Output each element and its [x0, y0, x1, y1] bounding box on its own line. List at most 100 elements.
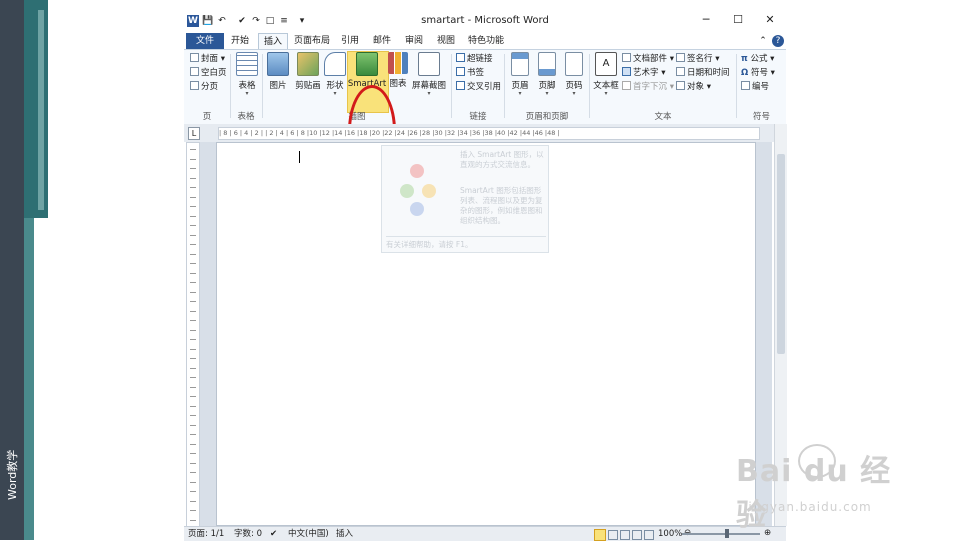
baidu-watermark: Bai du 经验 jingyan.baidu.com: [736, 440, 916, 533]
maximize-button[interactable]: ☐: [728, 13, 748, 26]
tab-mailings[interactable]: 邮件: [370, 33, 394, 49]
tab-home[interactable]: 开始: [228, 33, 252, 49]
signature-icon: [676, 53, 685, 62]
blank-page-button[interactable]: 空白页: [190, 67, 227, 80]
outline-icon[interactable]: [632, 530, 642, 540]
number-button[interactable]: 编号: [741, 81, 769, 94]
drop-cap-icon: [622, 81, 631, 90]
table-icon: [236, 52, 258, 76]
draft-icon[interactable]: [644, 530, 654, 540]
tab-stop-selector[interactable]: L: [188, 127, 200, 140]
document-page[interactable]: 插入 SmartArt 图形，以直观的方式交流信息。 SmartArt 图形包括…: [216, 142, 756, 526]
object-button[interactable]: 对象 ▾: [676, 81, 711, 94]
scrollbar-thumb[interactable]: [777, 154, 785, 354]
bookmark-icon: [456, 67, 465, 76]
page-break-button[interactable]: 分页: [190, 81, 218, 94]
status-bar: 页面: 1/1 字数: 0 ✔ 中文(中国) 插入 100% ⊖ ⊕: [184, 526, 786, 541]
group-label-tables: 表格: [237, 112, 255, 122]
text-cursor: [299, 151, 300, 163]
group-symbols: π 公式 ▾ Ω 符号 ▾ 编号 符号: [737, 50, 786, 124]
pi-icon: π: [741, 54, 748, 64]
group-pages: 封面 ▾ 空白页 分页 页: [184, 50, 230, 124]
page-number-button[interactable]: 页码 ▾: [561, 52, 587, 97]
title-bar: W 💾 ↶ ✔ ↷ □ ≡ ▾ smartart - Microsoft Wor…: [184, 10, 786, 34]
wordart-button[interactable]: 艺术字 ▾: [622, 67, 665, 80]
textbox-icon: A: [595, 52, 617, 76]
close-button[interactable]: ✕: [760, 13, 780, 26]
quick-parts-button[interactable]: 文档部件 ▾: [622, 53, 674, 66]
clipart-button[interactable]: 剪贴画: [293, 52, 323, 91]
bookmark-button[interactable]: 书签: [456, 67, 484, 80]
group-label-pages: 页: [202, 112, 212, 122]
minimize-button[interactable]: ─: [696, 13, 716, 26]
smartart-button[interactable]: SmartArt: [347, 52, 387, 89]
print-layout-icon[interactable]: [594, 529, 606, 541]
zoom-level[interactable]: 100%: [658, 527, 682, 541]
side-stripe: [24, 0, 48, 218]
tab-view[interactable]: 视图: [434, 33, 458, 49]
screenshot-button[interactable]: 屏幕截图 ▾: [411, 52, 447, 97]
tab-review[interactable]: 审阅: [402, 33, 426, 49]
side-accent: [38, 10, 44, 210]
date-time-button[interactable]: 日期和时间: [676, 67, 730, 80]
equation-button[interactable]: π 公式 ▾: [741, 53, 774, 66]
page-count[interactable]: 页面: 1/1: [188, 527, 224, 541]
object-icon: [676, 81, 685, 90]
hyperlink-button[interactable]: 超链接: [456, 53, 493, 66]
picture-button[interactable]: 图片: [265, 52, 291, 91]
footer-button[interactable]: 页脚 ▾: [534, 52, 560, 97]
group-label-text: 文本: [654, 112, 672, 122]
tooltip-help: 有关详细帮助，请按 F1。: [386, 236, 546, 250]
minimize-ribbon-icon[interactable]: ⌃: [758, 33, 768, 49]
chart-icon: [388, 52, 408, 74]
word-window: W 💾 ↶ ✔ ↷ □ ≡ ▾ smartart - Microsoft Wor…: [184, 10, 787, 541]
tooltip-description: 插入 SmartArt 图形，以直观的方式交流信息。: [460, 150, 544, 169]
tab-addins[interactable]: 特色功能: [466, 33, 506, 49]
web-layout-icon[interactable]: [620, 530, 630, 540]
signature-line-button[interactable]: 签名行 ▾: [676, 53, 719, 66]
word-count[interactable]: 字数: 0: [234, 527, 262, 541]
quick-parts-icon: [622, 53, 631, 62]
group-label-header-footer: 页眉和页脚: [525, 112, 569, 122]
group-links: 超链接 书签 交叉引用 链接: [452, 50, 504, 124]
smartart-tooltip: 插入 SmartArt 图形，以直观的方式交流信息。 SmartArt 图形包括…: [381, 145, 549, 253]
group-tables: 表格 ▾ 表格: [231, 50, 261, 124]
proofing-icon[interactable]: ✔: [270, 527, 277, 541]
chart-button[interactable]: 图表: [387, 52, 409, 89]
footer-icon: [538, 52, 556, 76]
symbol-button[interactable]: Ω 符号 ▾: [741, 67, 775, 80]
screenshot-icon: [418, 52, 440, 76]
wordart-icon: [622, 67, 631, 76]
cover-page-button[interactable]: 封面 ▾: [190, 53, 225, 66]
header-button[interactable]: 页眉 ▾: [507, 52, 533, 97]
ribbon-tabs: 文件 开始 插入 页面布局 引用 邮件 审阅 视图 特色功能 ⌃ ?: [184, 33, 786, 49]
picture-icon: [267, 52, 289, 76]
drop-cap-button[interactable]: 首字下沉 ▾: [622, 81, 674, 94]
language[interactable]: 中文(中国): [288, 527, 329, 541]
clipart-icon: [297, 52, 319, 76]
shapes-button[interactable]: 形状 ▾: [323, 52, 347, 97]
horizontal-ruler[interactable]: | 8 | 6 | 4 | 2 | | 2 | 4 | 6 | 8 |10 |1…: [218, 127, 760, 140]
hyperlink-icon: [456, 53, 465, 62]
fullscreen-reading-icon[interactable]: [608, 530, 618, 540]
tab-page-layout[interactable]: 页面布局: [292, 33, 332, 49]
group-text: A 文本框 ▾ 文档部件 ▾ 艺术字 ▾ 首字下沉 ▾ 签名行 ▾ 日期和时间 对…: [590, 50, 736, 124]
insert-mode[interactable]: 插入: [336, 527, 353, 541]
zoom-slider-thumb[interactable]: [725, 529, 730, 538]
tooltip-detail: SmartArt 图形包括图形列表、流程图以及更为复杂的图形，例如维恩图和组织结…: [460, 186, 543, 225]
help-icon[interactable]: ?: [772, 35, 784, 47]
crossref-button[interactable]: 交叉引用: [456, 81, 501, 94]
ruler-bar: L | 8 | 6 | 4 | 2 | | 2 | 4 | 6 | 8 |10 …: [184, 124, 786, 142]
table-button[interactable]: 表格 ▾: [234, 52, 260, 97]
group-header-footer: 页眉 ▾ 页脚 ▾ 页码 ▾ 页眉和页脚: [505, 50, 589, 124]
tab-file[interactable]: 文件: [186, 33, 224, 49]
vertical-ruler[interactable]: [186, 142, 200, 528]
smartart-preview-icon: [396, 156, 444, 226]
textbox-button[interactable]: A 文本框 ▾: [592, 52, 620, 97]
baidu-paw-icon: [798, 444, 836, 478]
page-break-icon: [190, 81, 199, 90]
tab-insert[interactable]: 插入: [258, 33, 288, 49]
calendar-icon: [676, 67, 685, 76]
tab-references[interactable]: 引用: [338, 33, 362, 49]
omega-icon: Ω: [741, 68, 749, 78]
